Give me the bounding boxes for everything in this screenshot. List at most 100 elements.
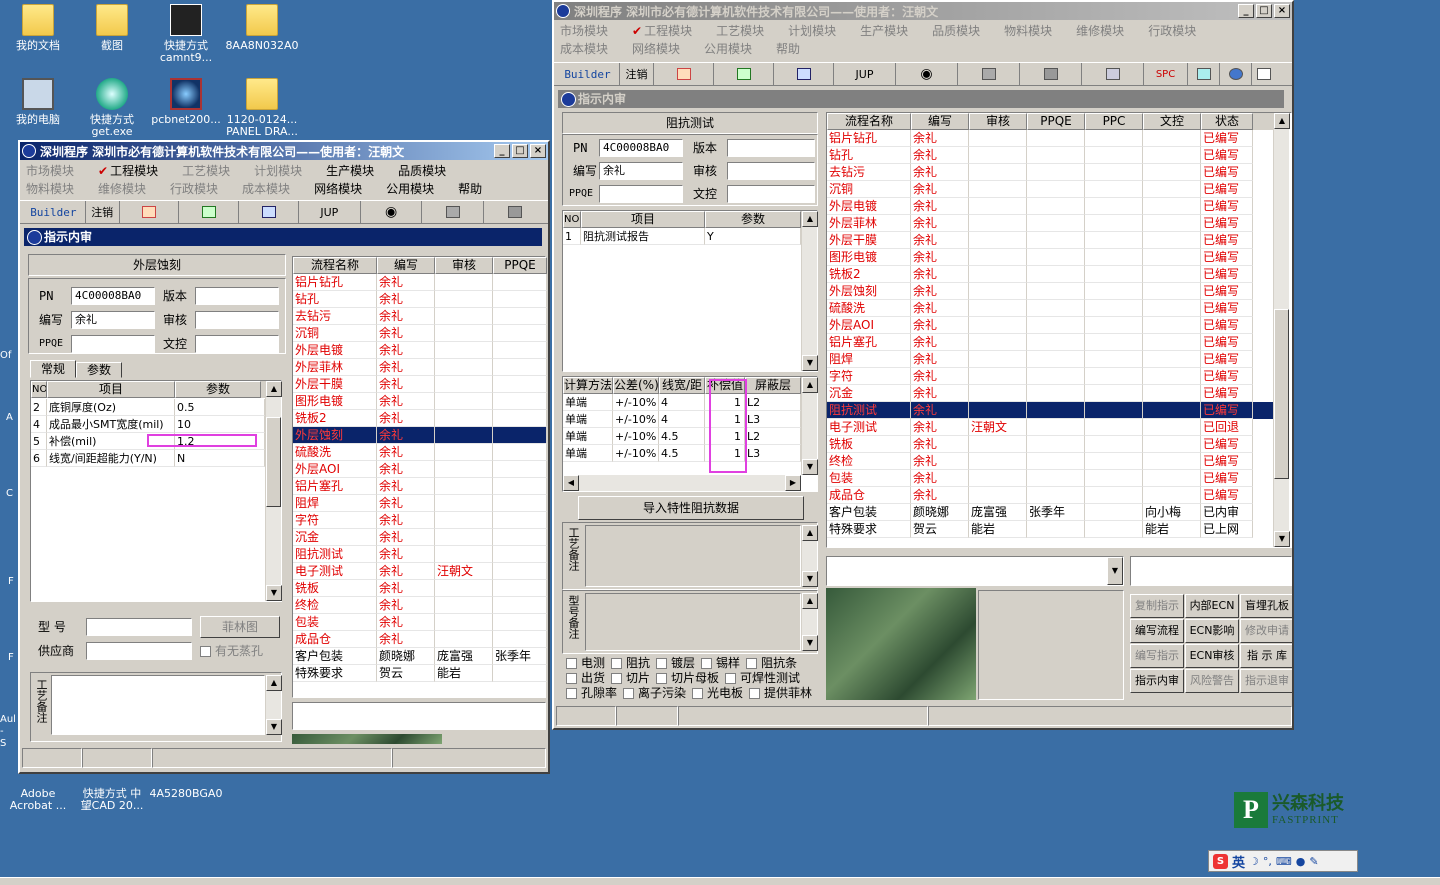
impedance-hscrollbar[interactable]: ◀ ▶: [563, 475, 801, 491]
action-button[interactable]: 编写流程: [1130, 619, 1184, 643]
scroll-down-arrow[interactable]: ▼: [1274, 531, 1290, 547]
menu-item-11[interactable]: 公用模块: [704, 40, 764, 58]
flow-row[interactable]: 去钻污 余礼: [293, 308, 547, 325]
scroll-up-arrow[interactable]: ▲: [802, 211, 818, 227]
flow-row[interactable]: 外层菲林 余礼: [293, 359, 547, 376]
desktop-icon-8aa8n032a0[interactable]: 8AA8N032A0: [224, 4, 300, 52]
action-button[interactable]: 指 示 库: [1240, 644, 1292, 668]
flow-row[interactable]: 成品仓 余礼 已编写: [827, 487, 1273, 504]
action-button[interactable]: ECN影响: [1185, 619, 1239, 643]
menu-item-11[interactable]: 公用模块: [386, 180, 446, 198]
craft-note-scrollbar[interactable]: ▲ ▼: [265, 675, 282, 735]
ppqe-field[interactable]: [71, 335, 155, 353]
flow-row[interactable]: 电子测试 余礼 汪朝文 已回退: [827, 419, 1273, 436]
menu-item-6[interactable]: 物料模块: [1004, 22, 1064, 40]
flow-dropdown[interactable]: ▼: [826, 556, 1124, 586]
action-button[interactable]: 指示退审: [1240, 669, 1292, 693]
maximize-button[interactable]: □: [512, 144, 528, 158]
menu-item-9[interactable]: 成本模块: [242, 180, 302, 198]
desktop-icon-screenshot[interactable]: 截图: [74, 4, 150, 52]
craft-note-field[interactable]: [585, 525, 801, 587]
maximize-button[interactable]: □: [1256, 4, 1272, 18]
test-checkbox[interactable]: 切片母板: [656, 671, 719, 685]
table-row[interactable]: 单端 +/-10% 4 1 L2: [563, 394, 801, 411]
minimize-button[interactable]: _: [1238, 4, 1254, 18]
desktop-icon-cad[interactable]: 快捷方式 中望CAD 20...: [74, 772, 150, 812]
flow-row[interactable]: 铣板2 余礼: [293, 410, 547, 427]
review-field[interactable]: [195, 311, 279, 329]
action-button[interactable]: 内部ECN: [1185, 594, 1239, 618]
flow-row[interactable]: 沉铜 余礼 已编写: [827, 181, 1273, 198]
flow-row[interactable]: 终检 余礼 已编写: [827, 453, 1273, 470]
flow-row[interactable]: 外层蚀刻 余礼 已编写: [827, 283, 1273, 300]
table-row[interactable]: 单端 +/-10% 4 1 L3: [563, 411, 801, 428]
flow-row[interactable]: 电子测试 余礼 汪朝文: [293, 563, 547, 580]
table-row[interactable]: 1 阻抗测试报告 Y: [563, 228, 801, 245]
tab-params[interactable]: 参数: [76, 362, 122, 378]
eye-icon[interactable]: ◉: [361, 201, 423, 223]
menu-item-12[interactable]: 帮助: [458, 180, 494, 198]
close-button[interactable]: ×: [1274, 4, 1290, 18]
ime-bar[interactable]: S 英 ☽ °, ⌨ ● ✎: [1208, 850, 1358, 872]
table-row[interactable]: 单端 +/-10% 4.5 1 L2: [563, 428, 801, 445]
menu-item-7[interactable]: 维修模块: [1076, 22, 1136, 40]
keyboard-icon[interactable]: ⌨: [1276, 855, 1292, 868]
flow-row[interactable]: 外层电镀 余礼 已编写: [827, 198, 1273, 215]
flow-row[interactable]: 终检 余礼: [293, 597, 547, 614]
network-icon[interactable]: [1020, 63, 1082, 85]
flow-row[interactable]: 铝片钻孔 余礼: [293, 274, 547, 291]
report-icon[interactable]: [120, 201, 180, 223]
desktop-icon-pcbnet[interactable]: pcbnet200...: [148, 78, 224, 126]
flow-row[interactable]: 阻抗测试 余礼 已编写: [827, 402, 1273, 419]
desktop-icon-panel-dra[interactable]: 1120-0124... PANEL DRA...: [224, 78, 300, 138]
import-impedance-button[interactable]: 导入特性阻抗数据: [578, 496, 804, 520]
word-icon[interactable]: [239, 201, 299, 223]
flow-row[interactable]: 硫酸洗 余礼: [293, 444, 547, 461]
network-icon[interactable]: [484, 201, 546, 223]
model-note-field[interactable]: [585, 593, 801, 651]
flow-row[interactable]: 硫酸洗 余礼 已编写: [827, 300, 1273, 317]
menu-item-1[interactable]: ✔ 工程模块: [98, 162, 170, 180]
punct-icon[interactable]: °,: [1263, 855, 1272, 868]
menu-item-8[interactable]: 行政模块: [1148, 22, 1208, 40]
action-button[interactable]: 编写指示: [1130, 644, 1184, 668]
test-checkbox[interactable]: 孔隙率: [566, 686, 617, 700]
model-field[interactable]: [86, 618, 192, 636]
test-checkbox[interactable]: 电测: [566, 656, 605, 670]
menu-item-3[interactable]: 计划模块: [788, 22, 848, 40]
test-checkbox[interactable]: 可焊性测试: [725, 671, 800, 685]
menu-item-2[interactable]: 工艺模块: [716, 22, 776, 40]
menu-item-4[interactable]: 生产模块: [860, 22, 920, 40]
flow-row[interactable]: 包装 余礼: [293, 614, 547, 631]
flow-row[interactable]: 铝片塞孔 余礼: [293, 478, 547, 495]
doc-control-field[interactable]: [727, 185, 815, 203]
flow-row[interactable]: 图形电镀 余礼: [293, 393, 547, 410]
flow-row[interactable]: 字符 余礼 已编写: [827, 368, 1273, 385]
word-icon[interactable]: [774, 63, 834, 85]
page-icon[interactable]: [1252, 63, 1276, 85]
database-icon[interactable]: [422, 201, 485, 223]
wrench-icon[interactable]: ✎: [1309, 855, 1318, 868]
desktop-icon-camnt[interactable]: 快捷方式 camnt9...: [148, 4, 224, 64]
test-checkbox[interactable]: 离子污染: [623, 686, 686, 700]
chevron-down-icon[interactable]: ▼: [1107, 557, 1123, 585]
flow-row[interactable]: 客户包装 颜晓娜 庞富强 张季年 向小梅 已内审: [827, 504, 1273, 521]
test-checkbox[interactable]: 切片: [611, 671, 650, 685]
menu-item-5[interactable]: 品质模块: [398, 162, 458, 180]
flow-row[interactable]: 去钻污 余礼 已编写: [827, 164, 1273, 181]
flow-note-field[interactable]: [292, 702, 546, 730]
minimize-button[interactable]: _: [494, 144, 510, 158]
flow-row[interactable]: 图形电镀 余礼 已编写: [827, 249, 1273, 266]
flow-row[interactable]: 外层AOI 余礼 已编写: [827, 317, 1273, 334]
test-checkbox[interactable]: 光电板: [692, 686, 743, 700]
flow-row[interactable]: 特殊要求 贺云 能岩: [293, 665, 547, 682]
action-button[interactable]: 修改申请: [1240, 619, 1292, 643]
flow-row[interactable]: 钻孔 余礼: [293, 291, 547, 308]
desktop-icon-4a5280bga0[interactable]: 4A5280BGA0: [148, 772, 224, 800]
table-row[interactable]: 2 底铜厚度(Oz) 0.5: [31, 399, 265, 416]
moon-icon[interactable]: ☽: [1249, 855, 1259, 868]
scroll-down-arrow[interactable]: ▼: [802, 355, 818, 371]
action-button[interactable]: 复制指示: [1130, 594, 1184, 618]
flow-row[interactable]: 外层菲林 余礼 已编写: [827, 215, 1273, 232]
flow-row[interactable]: 外层电镀 余礼: [293, 342, 547, 359]
